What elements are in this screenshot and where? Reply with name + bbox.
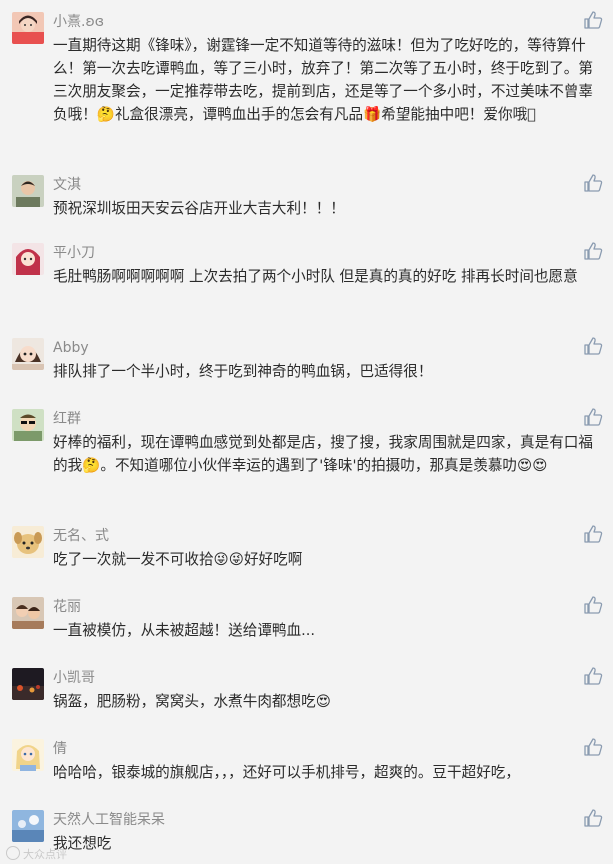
thumbs-up-icon[interactable] <box>583 336 603 356</box>
comment-username[interactable]: 红群 <box>53 409 81 429</box>
comment-username[interactable]: 无名、式 <box>53 526 109 546</box>
thumbs-up-icon[interactable] <box>583 737 603 757</box>
thumbs-up-icon[interactable] <box>583 595 603 615</box>
thumbs-up-icon[interactable] <box>583 10 603 30</box>
comment-username[interactable]: 小熹.ʚɞ <box>53 12 104 32</box>
comment-text: 好棒的福利，现在谭鸭血感觉到处都是店，搜了搜，我家周围就是四家，真是有口福的我🤔… <box>53 434 593 474</box>
comment-username[interactable]: 花丽 <box>53 597 81 617</box>
comment-username[interactable]: Abby <box>53 338 89 358</box>
comment-text: 排队排了一个半小时，终于吃到神奇的鸭血锅，巴适得很！ <box>53 363 433 380</box>
thumbs-up-icon[interactable] <box>583 666 603 686</box>
comment-text: 预祝深圳坂田天安云谷店开业大吉大利！！！ <box>53 200 345 217</box>
comment-text: 锅盔，肥肠粉，窝窝头，水煮牛肉都想吃😍 <box>53 693 331 710</box>
comment-username[interactable]: 小凯哥 <box>53 668 95 688</box>
comment-username[interactable]: 平小刀 <box>53 243 95 263</box>
avatar-puppy-icon[interactable] <box>12 526 44 558</box>
watermark-logo-icon <box>6 846 20 860</box>
thumbs-up-icon[interactable] <box>583 524 603 544</box>
avatar-sunglasses-icon[interactable] <box>12 409 44 441</box>
comment-username[interactable]: 倩 <box>53 739 67 759</box>
watermark-text: 大众点评 <box>23 848 67 861</box>
thumbs-up-icon[interactable] <box>583 173 603 193</box>
comment-text: 吃了一次就一发不可收拾😜😜好好吃啊 <box>53 551 303 568</box>
thumbs-up-icon[interactable] <box>583 808 603 828</box>
avatar-cartoon-girl-icon[interactable] <box>12 338 44 370</box>
avatar-sky-icon[interactable] <box>12 810 44 842</box>
comment-username[interactable]: 文淇 <box>53 175 81 195</box>
avatar-girl-red-icon[interactable] <box>12 12 44 44</box>
comment-username[interactable]: 天然人工智能呆呆 <box>53 810 165 830</box>
avatar-blonde-cartoon-icon[interactable] <box>12 739 44 771</box>
avatar-kids-icon[interactable] <box>12 597 44 629</box>
comment-text: 一直被模仿，从未被超越！送给谭鸭血... <box>53 622 316 639</box>
avatar-man-icon[interactable] <box>12 175 44 207</box>
comment-text: 毛肚鸭肠啊啊啊啊啊 上次去拍了两个小时队 但是真的真的好吃 排再长时间也愿意 <box>53 268 578 285</box>
comment-text: 哈哈哈，银泰城的旗舰店，，，还好可以手机排号，超爽的。豆干超好吃， <box>53 764 520 781</box>
watermark: 大众点评 <box>6 846 67 862</box>
thumbs-up-icon[interactable] <box>583 407 603 427</box>
comment-text: 我还想吃 <box>53 835 112 852</box>
avatar-night-icon[interactable] <box>12 668 44 700</box>
thumbs-up-icon[interactable] <box>583 241 603 261</box>
avatar-anime-icon[interactable] <box>12 243 44 275</box>
comment-text: 一直期待这期《锋味》，谢霆锋一定不知道等待的滋味！但为了吃好吃的，等待算什么！第… <box>53 37 593 123</box>
